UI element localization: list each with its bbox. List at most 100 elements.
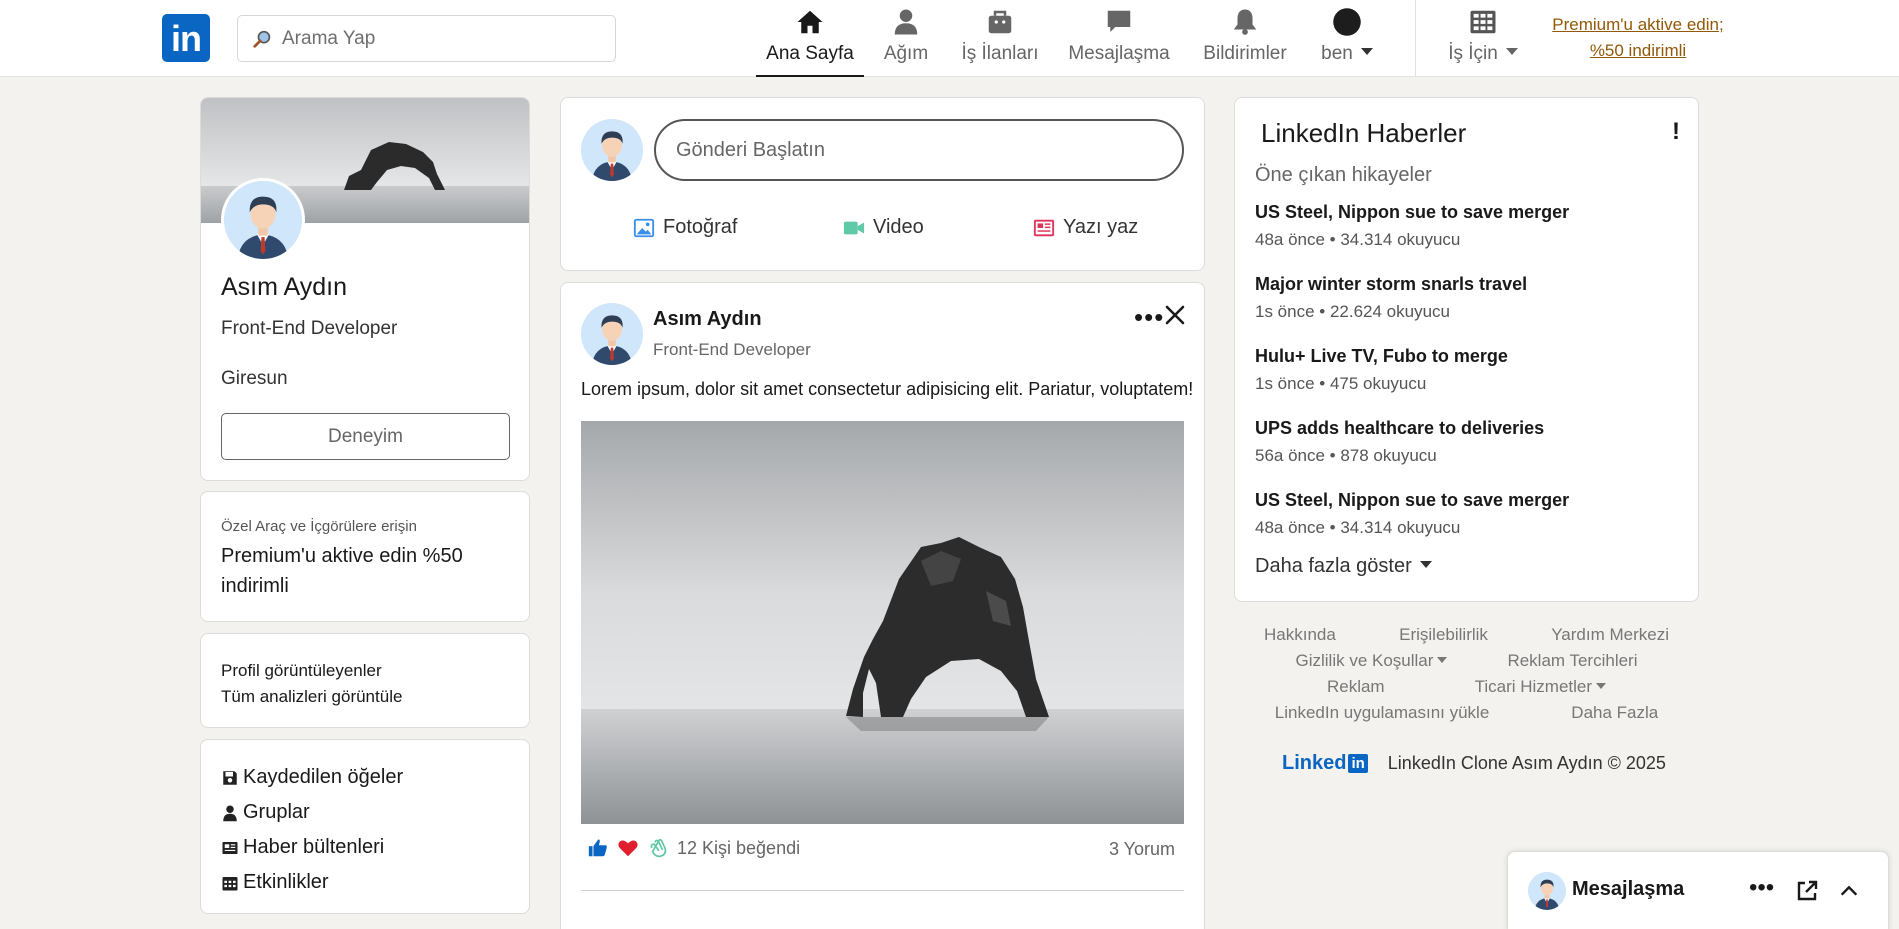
groups-label: Gruplar xyxy=(243,801,310,823)
nav-business-label: İş İçin xyxy=(1448,43,1498,64)
search-box[interactable] xyxy=(237,15,616,62)
photo-action[interactable]: Fotoğraf xyxy=(633,216,737,239)
news-item[interactable]: Major winter storm snarls travel 1s önce… xyxy=(1255,274,1569,346)
post-author-name[interactable]: Asım Aydın xyxy=(653,308,762,331)
footer-link-ad-preferences[interactable]: Reklam Tercihleri xyxy=(1507,648,1637,674)
newsletters-link[interactable]: Haber bültenleri xyxy=(221,830,509,865)
likes-count: 12 Kişi beğendi xyxy=(677,837,801,858)
events-link[interactable]: Etkinlikler xyxy=(221,865,509,900)
post-reactions[interactable]: 12 Kişi beğendi xyxy=(587,837,800,859)
premium-link-line1: Premium'u aktive edin; xyxy=(1552,15,1724,34)
analytics-card: Profil görüntüleyenler Tüm analizleri gö… xyxy=(200,633,530,728)
footer-link-app[interactable]: LinkedIn uygulamasını yükle xyxy=(1275,700,1490,726)
news-meta: 56a önce • 878 okuyucu xyxy=(1255,446,1437,465)
premium-caption: Özel Araç ve İçgörülere erişin xyxy=(221,518,417,535)
user-icon xyxy=(223,805,237,821)
profile-avatar[interactable] xyxy=(221,178,305,262)
footer-links: Hakkında Erişilebilirlik Yardım Merkezi … xyxy=(1234,622,1699,774)
search-input[interactable] xyxy=(282,27,602,50)
profile-name[interactable]: Asım Aydın xyxy=(221,273,347,302)
news-item[interactable]: Hulu+ Live TV, Fubo to merge 1s önce • 4… xyxy=(1255,346,1569,418)
composer-avatar[interactable] xyxy=(581,119,643,181)
nav-me[interactable]: ben xyxy=(1316,7,1378,77)
footer-link-privacy-label: Gizlilik ve Koşullar xyxy=(1295,651,1434,670)
network-icon xyxy=(894,9,918,35)
footer-link-ads[interactable]: Reklam xyxy=(1327,674,1385,700)
nav-messaging[interactable]: Mesajlaşma xyxy=(1066,7,1172,77)
footer-brand: Linked in LinkedIn Clone Asım Aydın © 202… xyxy=(1282,752,1666,775)
news-meta: 48a önce • 34.314 okuyucu xyxy=(1255,230,1461,249)
nav-business[interactable]: İş İçin xyxy=(1446,7,1520,77)
more-options-icon[interactable]: ••• xyxy=(1749,874,1774,902)
clap-icon xyxy=(650,838,667,858)
nav-messaging-label: Mesajlaşma xyxy=(1068,43,1170,64)
premium-offer-text[interactable]: Premium'u aktive edin %50 indirimli xyxy=(221,541,509,601)
news-item[interactable]: US Steel, Nippon sue to save merger 48a … xyxy=(1255,490,1569,562)
article-icon xyxy=(1033,219,1055,236)
chevron-down-icon xyxy=(1419,561,1432,569)
premium-card[interactable]: Özel Araç ve İçgörülere erişin Premium'u… xyxy=(200,491,530,622)
save-icon xyxy=(223,770,237,785)
show-more-button[interactable]: Daha fazla göster xyxy=(1255,555,1432,578)
show-more-label: Daha fazla göster xyxy=(1255,555,1412,577)
footer-link-privacy[interactable]: Gizlilik ve Koşullar xyxy=(1296,648,1448,674)
footer-link-more[interactable]: Daha Fazla xyxy=(1571,700,1658,726)
footer-logo[interactable]: Linked in xyxy=(1282,752,1368,775)
nav-jobs[interactable]: İş İlanları xyxy=(958,7,1042,77)
experience-button[interactable]: Deneyim xyxy=(221,413,510,460)
saved-items-link[interactable]: Kaydedilen öğeler xyxy=(221,760,509,795)
newspaper-icon xyxy=(222,841,238,854)
nav-home-label: Ana Sayfa xyxy=(766,43,854,64)
chevron-down-icon xyxy=(1505,48,1518,56)
nav-home[interactable]: Ana Sayfa xyxy=(756,7,864,77)
comments-count[interactable]: 3 Yorum xyxy=(1109,839,1175,860)
close-icon[interactable] xyxy=(1163,303,1187,327)
news-headline: Major winter storm snarls travel xyxy=(1255,274,1528,294)
all-analytics-link[interactable]: Tüm analizleri görüntüle xyxy=(221,684,509,710)
info-icon[interactable]: ! xyxy=(1672,118,1680,146)
messaging-dock[interactable]: Mesajlaşma ••• xyxy=(1507,851,1889,929)
nav-network[interactable]: Ağım xyxy=(878,7,934,77)
heart-icon xyxy=(618,840,638,857)
news-list: US Steel, Nippon sue to save merger 48a … xyxy=(1255,202,1569,562)
open-in-new-icon[interactable] xyxy=(1795,879,1819,903)
post-image[interactable] xyxy=(581,421,1184,824)
briefcase-icon xyxy=(988,10,1012,34)
premium-link-line2: %50 indirimli xyxy=(1589,41,1687,60)
start-post-input[interactable]: Gönderi Başlatın xyxy=(654,119,1184,181)
news-headline: Hulu+ Live TV, Fubo to merge xyxy=(1255,346,1508,366)
newsletters-label: Haber bültenleri xyxy=(243,836,385,858)
calendar-icon xyxy=(222,876,238,890)
premium-link[interactable]: Premium'u aktive edin; %50 indirimli xyxy=(1548,12,1728,64)
photo-icon xyxy=(633,218,655,237)
nav-network-label: Ağım xyxy=(883,43,929,64)
chevron-down-icon xyxy=(1596,682,1607,689)
news-item[interactable]: UPS adds healthcare to deliveries 56a ön… xyxy=(1255,418,1569,490)
article-action[interactable]: Yazı yaz xyxy=(1033,216,1138,239)
post-author-avatar[interactable] xyxy=(581,303,643,365)
footer-link-accessibility[interactable]: Erişilebilirlik xyxy=(1399,622,1488,648)
grid-icon xyxy=(1470,10,1496,34)
chevron-down-icon xyxy=(1360,48,1373,56)
more-options-icon[interactable]: ••• xyxy=(1134,302,1164,333)
profile-city: Giresun xyxy=(221,368,288,389)
profile-card: Asım Aydın Front-End Developer Giresun D… xyxy=(200,97,530,481)
news-subtitle: Öne çıkan hikayeler xyxy=(1255,164,1432,186)
like-icon xyxy=(588,839,607,857)
profile-viewers-link[interactable]: Profil görüntüleyenler xyxy=(221,658,509,684)
nav-notifications[interactable]: Bildirimler xyxy=(1199,7,1291,77)
video-action[interactable]: Video xyxy=(843,216,924,239)
linkedin-logo[interactable]: in xyxy=(162,14,210,62)
groups-link[interactable]: Gruplar xyxy=(221,795,509,830)
footer-link-help[interactable]: Yardım Merkezi xyxy=(1551,622,1669,648)
footer-link-business[interactable]: Ticari Hizmetler xyxy=(1475,674,1607,700)
feed-post: Asım Aydın Front-End Developer ••• Lorem… xyxy=(560,282,1205,929)
article-label: Yazı yaz xyxy=(1063,216,1139,238)
chevron-up-icon[interactable] xyxy=(1838,880,1860,902)
top-navbar: in Ana Sayfa Ağım İş İlanları Mesajlaşma… xyxy=(0,0,1899,77)
news-meta: 1s önce • 22.624 okuyucu xyxy=(1255,302,1450,321)
footer-link-about[interactable]: Hakkında xyxy=(1264,622,1336,648)
footer-logo-text: Linked xyxy=(1282,752,1347,774)
nav-notifications-label: Bildirimler xyxy=(1203,43,1287,64)
news-item[interactable]: US Steel, Nippon sue to save merger 48a … xyxy=(1255,202,1569,274)
